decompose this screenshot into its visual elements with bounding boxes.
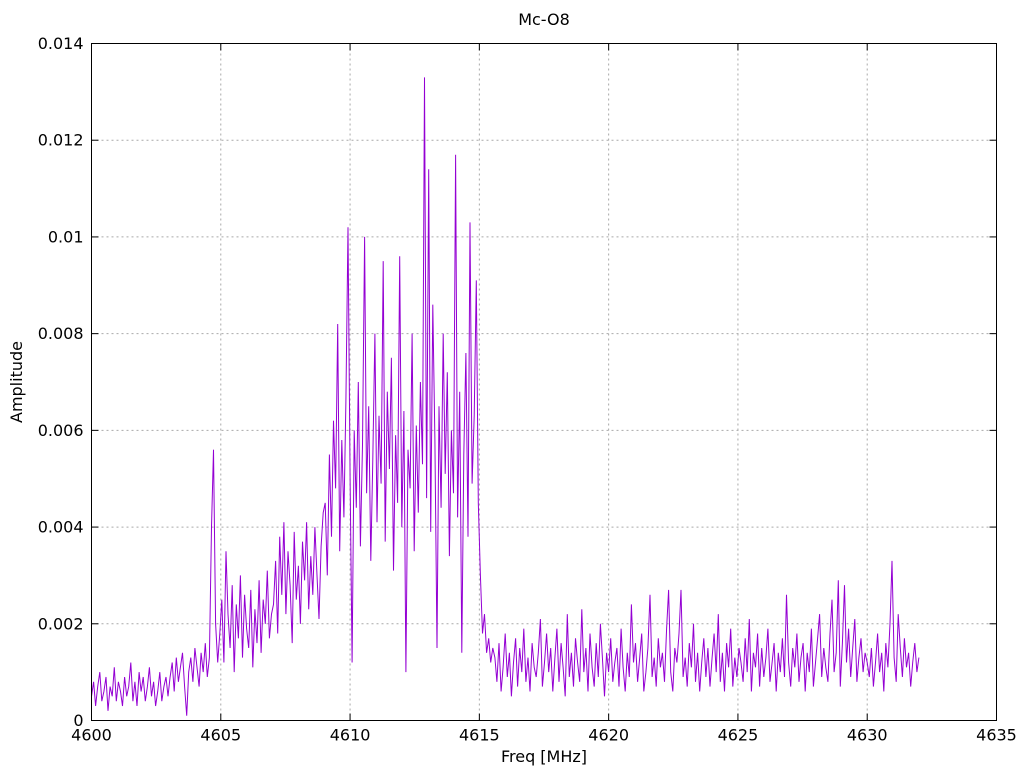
x-tick-label: 4610: [330, 726, 371, 745]
y-tick-label: 0.006: [38, 421, 84, 440]
x-tick-label: 4620: [588, 726, 629, 745]
chart-canvas: Mc-O8 Freq [MHz] Amplitude 4600 4605 4610 4…: [0, 0, 1024, 768]
y-tick-label: 0: [73, 711, 83, 730]
y-tick-label: 0.012: [38, 131, 84, 150]
y-tick-label: 0.01: [48, 227, 84, 246]
x-tick-label: 4630: [847, 726, 888, 745]
x-tick-label: 4635: [976, 726, 1017, 745]
plot-border: [91, 43, 997, 721]
x-axis-label: Freq [MHz]: [501, 747, 587, 766]
x-tick-label: 4625: [718, 726, 759, 745]
y-tick-label: 0.002: [38, 614, 84, 633]
plot-area: 4600 4605 4610 4615 4620 4625 4630 463500.0020.…: [38, 34, 1017, 745]
y-tick-label: 0.008: [38, 324, 84, 343]
y-tick-label: 0.014: [38, 34, 84, 53]
x-tick-label: 4615: [459, 726, 500, 745]
y-axis-label: Amplitude: [7, 341, 26, 423]
spectrum-plot: Mc-O8 Freq [MHz] Amplitude 4600 4605 4610 4…: [7, 10, 1017, 766]
x-tick-label: 4605: [200, 726, 241, 745]
data-trace: [91, 77, 920, 716]
y-tick-label: 0.004: [38, 518, 84, 537]
chart-title: Mc-O8: [518, 10, 570, 29]
